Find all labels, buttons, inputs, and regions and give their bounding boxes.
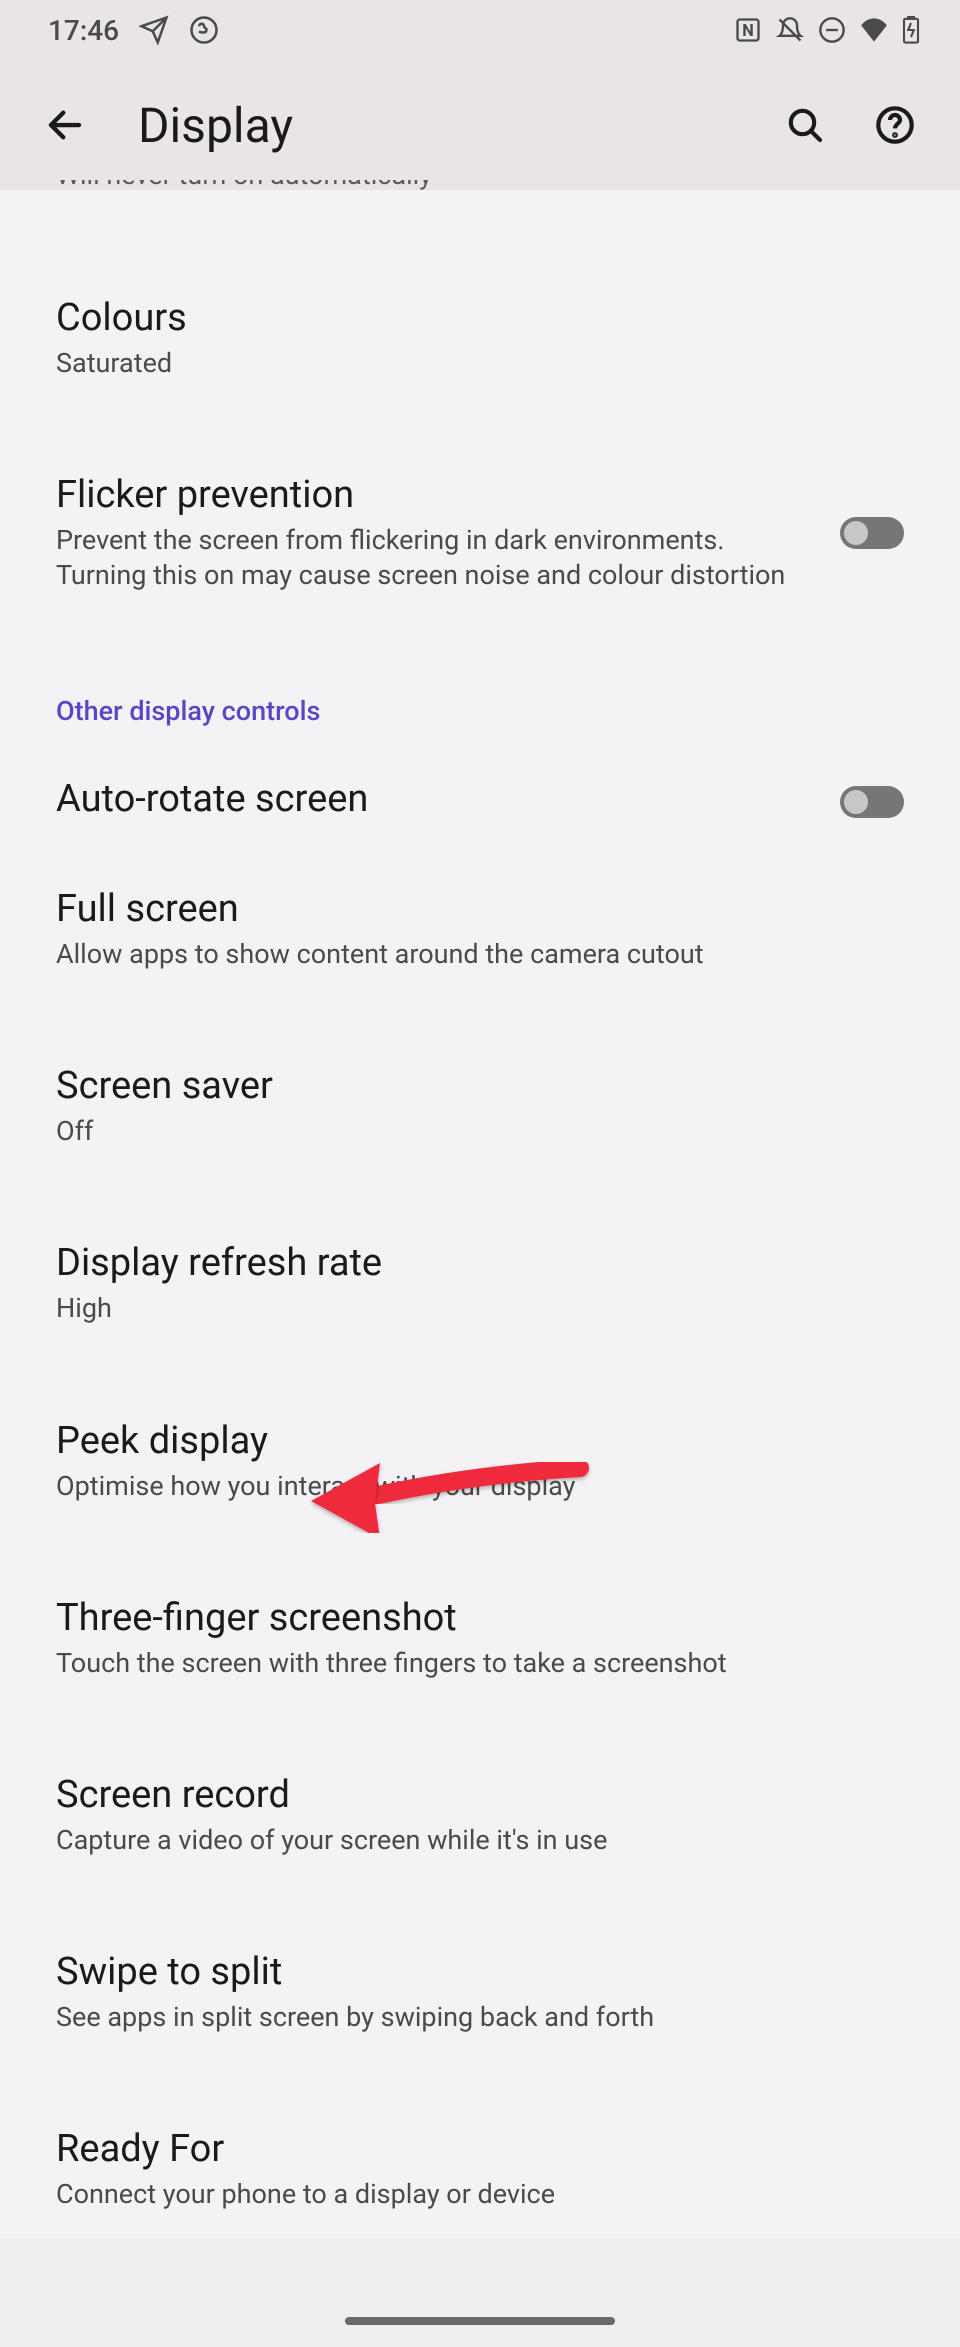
setting-flicker-title: Flicker prevention (56, 473, 820, 517)
dnd-icon (818, 16, 846, 44)
back-button[interactable] (30, 90, 100, 160)
setting-refresh-desc: High (56, 1291, 884, 1326)
status-right: N (734, 16, 920, 44)
setting-peek-desc: Optimise how you interact with your disp… (56, 1469, 884, 1504)
setting-peek-title: Peek display (56, 1419, 884, 1463)
content-area: Will never turn on automatically Colours… (0, 190, 960, 2238)
setting-refresh[interactable]: Display refresh rate High (0, 1215, 960, 1352)
gesture-nav-bar (0, 2317, 960, 2347)
setting-colours-desc: Saturated (56, 346, 884, 381)
app-bar: Display (0, 60, 960, 190)
nfc-icon: N (734, 16, 762, 44)
battery-charging-icon (902, 16, 920, 44)
page-title: Display (138, 97, 780, 154)
setting-screensaver[interactable]: Screen saver Off (0, 1038, 960, 1175)
setting-screenrecord[interactable]: Screen record Capture a video of your sc… (0, 1747, 960, 1884)
setting-threefinger[interactable]: Three-finger screenshot Touch the screen… (0, 1570, 960, 1707)
setting-colours[interactable]: Colours Saturated (0, 270, 960, 407)
setting-refresh-title: Display refresh rate (56, 1241, 884, 1285)
status-left: 17:46 (48, 14, 219, 47)
setting-fullscreen[interactable]: Full screen Allow apps to show content a… (0, 861, 960, 998)
setting-screenrecord-title: Screen record (56, 1773, 884, 1817)
nav-pill[interactable] (345, 2317, 615, 2325)
setting-swipesplit-desc: See apps in split screen by swiping back… (56, 2000, 884, 2035)
setting-flicker-desc: Prevent the screen from flickering in da… (56, 523, 820, 593)
setting-threefinger-desc: Touch the screen with three fingers to t… (56, 1646, 884, 1681)
setting-peek[interactable]: Peek display Optimise how you interact w… (0, 1393, 960, 1530)
autorotate-toggle[interactable] (840, 786, 904, 818)
setting-readyfor-title: Ready For (56, 2127, 884, 2171)
setting-autorotate[interactable]: Auto-rotate screen (0, 743, 960, 861)
bell-off-icon (776, 16, 804, 44)
section-other-controls: Other display controls (0, 659, 960, 743)
setting-swipesplit[interactable]: Swipe to split See apps in split screen … (0, 1924, 960, 2061)
truncated-text: Will never turn on automatically (56, 180, 432, 191)
search-button[interactable] (780, 100, 830, 150)
status-bar: 17:46 N (0, 0, 960, 60)
toolbar-actions (780, 100, 920, 150)
setting-threefinger-title: Three-finger screenshot (56, 1596, 884, 1640)
svg-text:N: N (742, 21, 754, 40)
setting-flicker[interactable]: Flicker prevention Prevent the screen fr… (0, 447, 960, 619)
setting-readyfor-desc: Connect your phone to a display or devic… (56, 2177, 884, 2212)
help-button[interactable] (870, 100, 920, 150)
setting-colours-title: Colours (56, 296, 884, 340)
wifi-icon (860, 18, 888, 42)
setting-screensaver-title: Screen saver (56, 1064, 884, 1108)
setting-fullscreen-desc: Allow apps to show content around the ca… (56, 937, 884, 972)
setting-screenrecord-desc: Capture a video of your screen while it'… (56, 1823, 884, 1858)
clock: 17:46 (48, 14, 119, 47)
telegram-icon (139, 15, 169, 45)
setting-fullscreen-title: Full screen (56, 887, 884, 931)
setting-swipesplit-title: Swipe to split (56, 1950, 884, 1994)
setting-readyfor[interactable]: Ready For Connect your phone to a displa… (0, 2101, 960, 2238)
whatsapp-icon (189, 15, 219, 45)
setting-screensaver-desc: Off (56, 1114, 884, 1149)
flicker-toggle[interactable] (840, 517, 904, 549)
truncated-row: Will never turn on automatically (0, 180, 960, 220)
setting-autorotate-title: Auto-rotate screen (56, 777, 820, 821)
